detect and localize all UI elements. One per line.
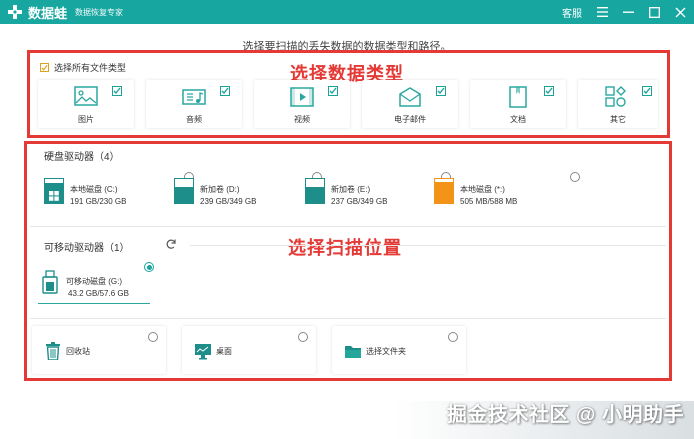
section-divider (30, 318, 666, 319)
usb-drive-icon (42, 270, 58, 294)
maximize-icon[interactable] (648, 6, 660, 18)
location-desktop[interactable]: 桌面 (182, 326, 316, 374)
document-checkbox[interactable] (544, 86, 554, 96)
file-type-label: 音频 (186, 115, 202, 124)
drive-d[interactable]: 新加卷 (D:) 239 GB/349 GB (174, 172, 322, 220)
support-button[interactable]: 客服 (562, 5, 582, 20)
app-name: 数据蛙 (28, 5, 68, 21)
drive-size: 237 GB/349 GB (331, 197, 388, 206)
drive-icon (305, 178, 325, 204)
video-icon (290, 87, 314, 107)
file-type-document[interactable]: 文档 (470, 80, 566, 128)
audio-checkbox[interactable] (220, 86, 230, 96)
windows-icon (49, 191, 59, 201)
email-checkbox[interactable] (436, 86, 446, 96)
select-all-types[interactable]: 选择所有文件类型 (40, 61, 126, 74)
drive-e[interactable]: 新加卷 (E:) 237 GB/349 GB (305, 172, 451, 220)
select-all-checkbox[interactable] (40, 63, 49, 72)
app-logo-icon (8, 5, 22, 19)
annotation-location-label: 选择扫描位置 (288, 238, 402, 258)
file-type-audio[interactable]: 音频 (146, 80, 242, 128)
file-type-email[interactable]: 电子邮件 (362, 80, 458, 128)
audio-icon (182, 89, 206, 105)
location-recycle-bin[interactable]: 回收站 (32, 326, 166, 374)
drive-name: 本地磁盘 (C:) (70, 185, 118, 194)
drive-size: 191 GB/230 GB (70, 197, 127, 206)
drive-size: 43.2 GB/57.6 GB (68, 289, 129, 298)
drive-size: 239 GB/349 GB (200, 197, 257, 206)
file-type-other[interactable]: 其它 (578, 80, 658, 128)
drive-name: 本地磁盘 (*:) (460, 185, 505, 194)
location-radio[interactable] (298, 332, 308, 342)
location-label: 选择文件夹 (366, 347, 406, 356)
desktop-icon (195, 344, 211, 360)
file-type-video[interactable]: 视频 (254, 80, 350, 128)
refresh-icon[interactable] (165, 238, 177, 250)
other-checkbox[interactable] (642, 86, 652, 96)
location-radio[interactable] (448, 332, 458, 342)
location-label: 桌面 (216, 347, 232, 356)
drive-size: 505 MB/588 MB (460, 197, 518, 206)
app-subtitle: 数据恢复专家 (75, 7, 124, 17)
removable-divider (190, 245, 666, 246)
file-type-label: 其它 (610, 115, 626, 124)
drive-name: 新加卷 (D:) (200, 185, 240, 194)
title-bar: 数据蛙 数据恢复专家 客服 (0, 0, 694, 24)
document-icon (509, 86, 527, 108)
menu-icon[interactable] (596, 6, 608, 18)
drive-icon (174, 178, 194, 204)
file-type-image[interactable]: 图片 (38, 80, 134, 128)
drive-icon (434, 178, 454, 204)
hard-drives-title: 硬盘驱动器（4） (44, 152, 120, 163)
drive-name: 可移动磁盘 (G:) (66, 277, 122, 286)
location-radio[interactable] (148, 332, 158, 342)
close-icon[interactable] (674, 6, 686, 18)
drive-icon (44, 178, 64, 204)
drive-radio[interactable] (570, 172, 580, 182)
image-icon (74, 86, 98, 106)
file-type-label: 视频 (294, 115, 310, 124)
video-checkbox[interactable] (328, 86, 338, 96)
other-icon (605, 86, 626, 107)
select-all-label: 选择所有文件类型 (54, 63, 127, 73)
file-type-label: 文档 (510, 115, 526, 124)
recycle-bin-icon (46, 342, 60, 360)
removable-drives-title: 可移动驱动器（1） (44, 243, 130, 254)
location-choose-folder[interactable]: 选择文件夹 (332, 326, 466, 374)
watermark: 掘金技术社区 @ 小明助手 (446, 404, 684, 426)
section-divider (30, 226, 666, 227)
drive-star[interactable]: 本地磁盘 (*:) 505 MB/588 MB (434, 172, 580, 220)
file-type-label: 电子邮件 (394, 115, 426, 124)
email-icon (399, 87, 421, 107)
drive-c[interactable]: 本地磁盘 (C:) 191 GB/230 GB (44, 172, 194, 220)
file-type-label: 图片 (78, 115, 94, 124)
drive-radio-selected[interactable] (144, 262, 154, 272)
drive-name: 新加卷 (E:) (331, 185, 371, 194)
folder-icon (345, 346, 361, 358)
image-checkbox[interactable] (112, 86, 122, 96)
minimize-icon[interactable] (622, 6, 634, 18)
app-logo: 数据蛙 数据恢复专家 (6, 3, 123, 22)
location-label: 回收站 (66, 347, 90, 356)
removable-drive-g[interactable]: 可移动磁盘 (G:) 43.2 GB/57.6 GB (38, 258, 154, 304)
